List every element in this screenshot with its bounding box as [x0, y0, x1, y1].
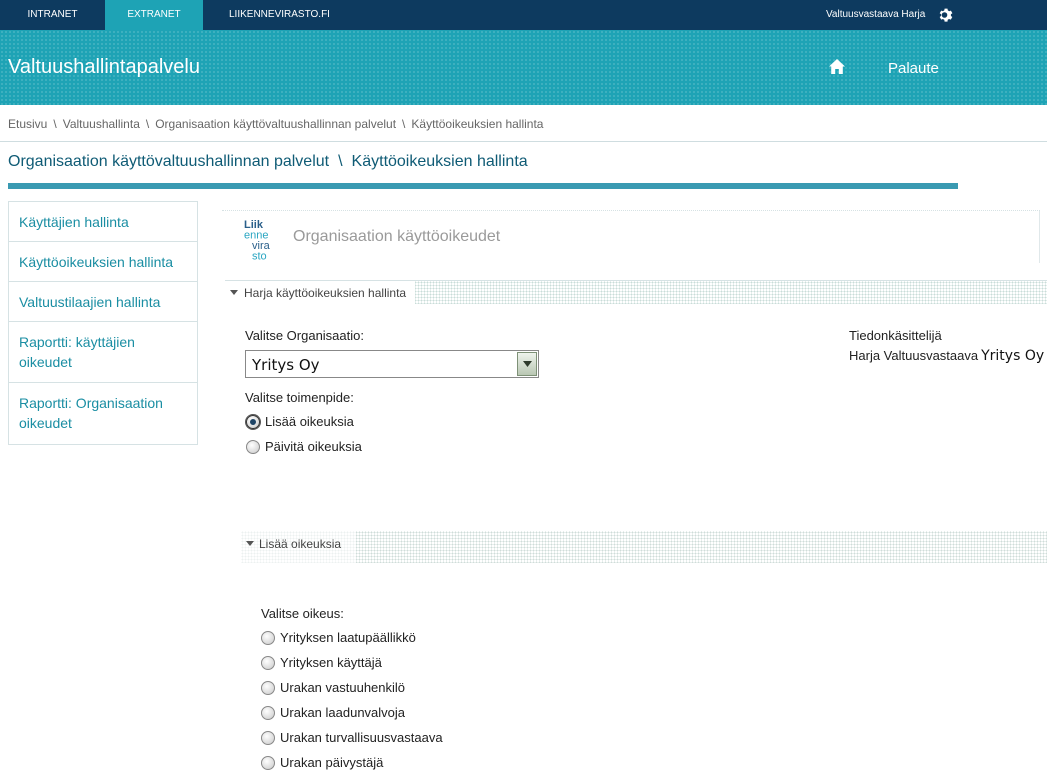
collapse-triangle-icon[interactable] [230, 290, 238, 295]
radio-button[interactable] [261, 630, 275, 645]
breadcrumb-separator: \ [145, 117, 150, 131]
radio-button[interactable] [246, 439, 260, 454]
sidebar-item-raportti-organisaation[interactable]: Raportti: Organisaation oikeudet [9, 383, 197, 444]
top-nav-bar: INTRANET EXTRANET LIIKENNEVIRASTO.FI Val… [0, 0, 1047, 30]
chevron-down-icon [523, 361, 532, 367]
radio-button[interactable] [261, 730, 275, 745]
panel-header: Liik enne vira sto Organisaation käyttöo… [222, 210, 1040, 263]
dropdown-button[interactable] [517, 352, 537, 376]
breadcrumb-item-services[interactable]: Organisaation käyttövaltuushallinnan pal… [155, 117, 396, 131]
right-option[interactable]: Yrityksen käyttäjä [261, 655, 382, 670]
right-option[interactable]: Yrityksen laatupäällikkö [261, 630, 416, 645]
rights-label: Valitse oikeus: [261, 606, 344, 621]
right-option-label: Yrityksen laatupäällikkö [280, 630, 416, 645]
right-option[interactable]: Urakan laadunvalvoja [261, 705, 405, 720]
right-option-label: Urakan turvallisuusvastaava [280, 730, 443, 745]
breadcrumb-item-valtuushallinta[interactable]: Valtuushallinta [63, 117, 140, 131]
app-banner: Valtuushallintapalvelu Palaute [0, 30, 1047, 105]
user-name[interactable]: Valtuusvastaava Harja [826, 0, 925, 30]
handler-name: Harja Valtuusvastaava [849, 348, 979, 363]
panel-title: Organisaation käyttöoikeudet [293, 228, 501, 245]
top-nav-tabs: INTRANET EXTRANET LIIKENNEVIRASTO.FI [0, 0, 344, 30]
action-option-paivita-label: Päivitä oikeuksia [265, 439, 362, 454]
breadcrumb-item-current: Käyttöoikeuksien hallinta [411, 117, 544, 131]
right-option-label: Urakan päivystäjä [280, 755, 384, 770]
radio-button-selected[interactable] [246, 414, 260, 429]
right-option-label: Urakan laadunvalvoja [280, 705, 406, 720]
tab-intranet[interactable]: INTRANET [0, 0, 105, 30]
org-select[interactable]: Yritys Oy [245, 350, 539, 378]
section-lisaa-header[interactable]: Lisää oikeuksia [241, 531, 1047, 563]
logo-line-4: sto [252, 251, 267, 262]
handler-info: Harja Valtuusvastaava Yritys Oy [849, 348, 1044, 364]
radio-button[interactable] [261, 705, 275, 720]
handler-label: Tiedonkäsittelijä [849, 328, 942, 343]
page-title: Organisaation käyttövaltuushallinnan pal… [8, 153, 528, 171]
action-option-lisaa[interactable]: Lisää oikeuksia [246, 414, 354, 429]
section-harja-header[interactable]: Harja käyttöoikeuksien hallinta [225, 280, 1047, 304]
right-option-label: Urakan vastuuhenkilö [280, 680, 406, 695]
sidebar-item-kayttajien-hallinta[interactable]: Käyttäjien hallinta [9, 202, 197, 242]
collapse-triangle-icon[interactable] [246, 541, 254, 546]
action-option-lisaa-label: Lisää oikeuksia [265, 414, 354, 429]
sidebar-item-kayttooikeuksien-hallinta[interactable]: Käyttöoikeuksien hallinta [9, 242, 197, 282]
tab-extranet[interactable]: EXTRANET [105, 0, 203, 30]
org-select-value: Yritys Oy [252, 356, 320, 374]
org-select-label: Valitse Organisaatio: [245, 328, 364, 343]
action-label: Valitse toimenpide: [245, 390, 354, 405]
app-title[interactable]: Valtuushallintapalvelu [8, 56, 200, 79]
sidebar-menu: Käyttäjien hallinta Käyttöoikeuksien hal… [8, 201, 198, 445]
page-title-part1: Organisaation käyttövaltuushallinnan pal… [8, 153, 330, 170]
home-icon[interactable] [828, 58, 846, 75]
breadcrumb-separator: \ [53, 117, 57, 131]
panel-header-border [1039, 211, 1040, 263]
breadcrumb-item-etusivu[interactable]: Etusivu [8, 117, 47, 131]
section-harja-title[interactable]: Harja käyttöoikeuksien hallinta [244, 286, 406, 300]
page-title-separator: \ [338, 153, 343, 170]
breadcrumb-separator: \ [402, 117, 406, 131]
action-option-paivita[interactable]: Päivitä oikeuksia [246, 439, 362, 454]
section-lisaa-title[interactable]: Lisää oikeuksia [259, 537, 341, 551]
right-option[interactable]: Urakan turvallisuusvastaava [261, 730, 443, 745]
tab-liikennevirasto[interactable]: LIIKENNEVIRASTO.FI [203, 0, 344, 30]
heading-underline [8, 183, 958, 189]
sidebar-item-raportti-kayttajien[interactable]: Raportti: käyttäjien oikeudet [9, 322, 197, 383]
feedback-link[interactable]: Palaute [888, 60, 939, 77]
page-title-part2: Käyttöoikeuksien hallinta [351, 153, 528, 170]
gear-icon[interactable] [938, 7, 954, 23]
liikennevirasto-logo: Liik enne vira sto [244, 219, 271, 262]
radio-button[interactable] [261, 655, 275, 670]
radio-button[interactable] [261, 680, 275, 695]
right-option[interactable]: Urakan vastuuhenkilö [261, 680, 405, 695]
sidebar-item-valtuustilaajien-hallinta[interactable]: Valtuustilaajien hallinta [9, 282, 197, 322]
breadcrumb-divider [0, 141, 1047, 142]
breadcrumb: Etusivu \ Valtuushallinta \ Organisaation kä… [8, 117, 543, 131]
right-option-label: Yrityksen käyttäjä [280, 655, 382, 670]
handler-company: Yritys Oy [981, 348, 1045, 364]
radio-button[interactable] [261, 755, 275, 770]
right-option[interactable]: Urakan päivystäjä [261, 755, 383, 770]
